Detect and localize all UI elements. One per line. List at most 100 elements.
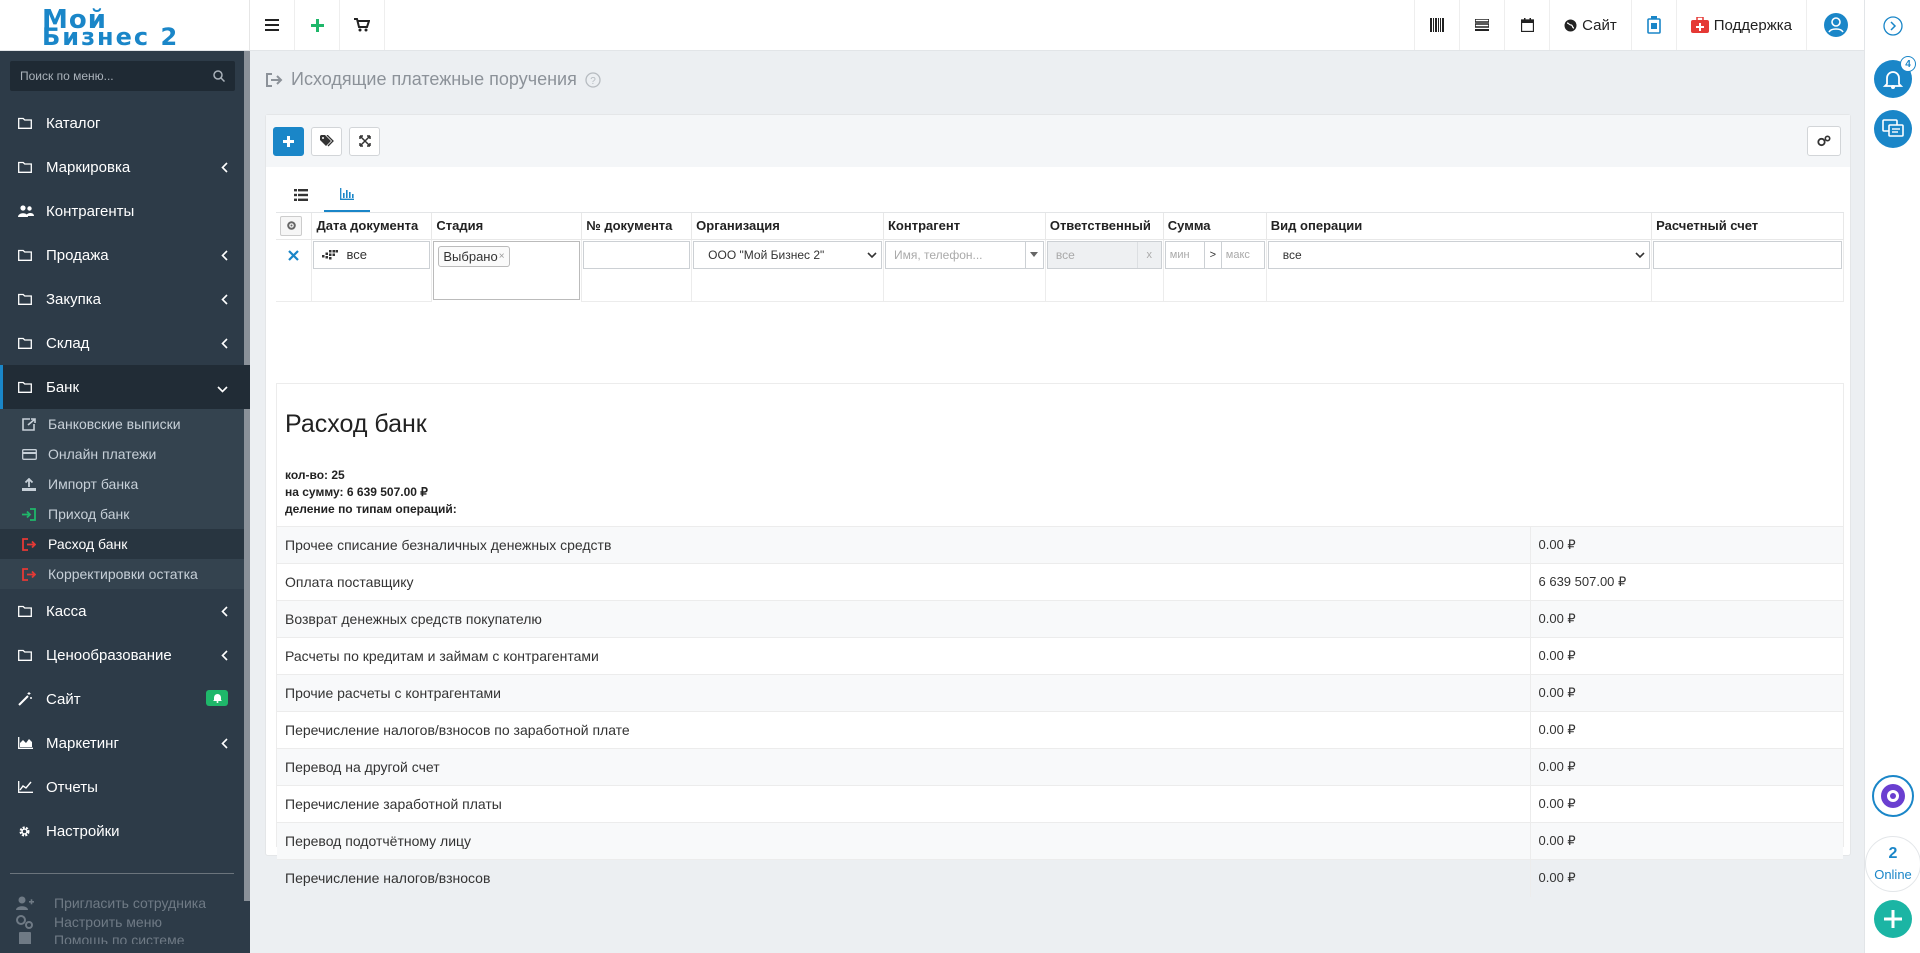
operation-type-value: все [1282,247,1302,262]
responsible-value: все [1055,247,1075,262]
online-indicator[interactable]: 2 Online [1865,836,1920,892]
column-header-sum[interactable]: Сумма [1163,213,1267,240]
counterparty-dropdown-button[interactable] [1024,241,1043,268]
table-row: Прочее списание безналичных денежных сре… [277,526,1843,564]
tab-report-view[interactable] [324,178,370,212]
line-chart-icon [18,781,34,793]
menu-search-input[interactable]: Поиск по меню... [10,61,235,91]
mobile-app-button[interactable] [1630,0,1676,50]
chevron-left-icon [221,250,228,261]
bell-icon [212,694,222,703]
column-header-operation-type[interactable]: Вид операции [1266,213,1653,240]
table-row: Перевод на другой счет 0.00 ₽ [277,748,1843,786]
clear-filters-button[interactable] [276,239,313,269]
column-settings-header[interactable] [276,213,313,240]
date-filter[interactable]: все [313,240,431,269]
sign-out-icon [22,567,38,581]
sidebar-item-3[interactable]: Продажа [0,233,250,277]
bell-icon [1882,71,1904,89]
help-circle-icon[interactable]: ? [585,71,601,88]
fullscreen-button[interactable] [349,126,380,156]
responsible-clear-button[interactable]: x [1136,241,1161,268]
barcode-button[interactable] [1414,0,1459,50]
calendar-icon [1520,18,1534,32]
column-header-date[interactable]: Дата документа [311,213,433,240]
right-rail: 4 2 Online [1864,0,1920,953]
sum-min-placeholder: мин [1169,248,1190,261]
card-toolbar [266,115,1850,167]
stage-filter[interactable]: Выбрано × [433,240,581,300]
calendar-button[interactable] [1504,0,1549,50]
quick-add-button[interactable] [1874,900,1912,938]
tasks-button[interactable] [1459,0,1504,50]
support-link[interactable]: Поддержка [1675,0,1806,50]
operation-type-select[interactable]: все [1267,240,1651,269]
user-avatar-icon [1823,13,1848,37]
chevron-left-icon [221,162,228,173]
column-header-organization[interactable]: Организация [691,213,884,240]
sidebar-item-label: Закупка [46,290,101,308]
collapse-rail-button[interactable] [1883,16,1903,39]
bank-submenu-item-3[interactable]: Приход банк [0,499,250,529]
sum-max-input[interactable]: макс [1220,240,1265,269]
bank-submenu-item-0[interactable]: Банковские выписки [0,409,250,439]
sidebar-item-0[interactable]: Каталог [0,101,250,145]
sidebar-item-8[interactable]: Ценообразование [0,633,250,677]
site-link[interactable]: Сайт [1549,0,1631,50]
account-filter[interactable] [1653,240,1842,269]
counterparty-input[interactable]: Имя, телефон... [884,240,1044,269]
logo-line-2: Бизнес 2 [42,22,180,51]
gear-icon [18,825,34,838]
bank-submenu-item-4[interactable]: Расход банк [0,529,250,559]
add-button[interactable] [295,0,340,50]
sidebar-item-7[interactable]: Касса [0,589,250,633]
sidebar-item-5[interactable]: Склад [0,321,250,365]
sum-min-input[interactable]: мин [1164,240,1205,269]
filter-table: Дата документа Стадия № документа Органи… [276,213,1844,302]
sidebar-item-6[interactable]: Банк [0,365,250,409]
sidebar-item-11[interactable]: Отчеты [0,765,250,809]
doc-number-filter[interactable] [583,240,691,269]
stage-chip[interactable]: Выбрано × [438,245,510,267]
site-bell-badge[interactable] [206,690,228,706]
bank-submenu-item-5[interactable]: Корректировки остатка [0,559,250,589]
column-header-doc-number[interactable]: № документа [581,213,693,240]
create-document-button[interactable] [273,126,304,156]
operation-type-amount: 0.00 ₽ [1529,674,1843,712]
profile-button[interactable] [1806,0,1864,50]
operation-type-name: Расчеты по кредитам и займам с контраген… [277,637,1530,675]
assistant-eye-icon [1881,784,1905,808]
menu-toggle-button[interactable] [250,0,295,50]
chevron-left-icon [221,606,228,617]
tab-list-view[interactable] [278,178,324,212]
tags-button[interactable] [311,126,342,156]
sidebar-item-1[interactable]: Маркировка [0,145,250,189]
folder-icon [18,117,34,129]
sidebar-item-12[interactable]: Настройки [0,809,250,853]
customize-menu-link[interactable]: Настроить меню [16,913,162,931]
help-link[interactable]: Помощь по системе [16,932,185,944]
bank-submenu-item-1[interactable]: Онлайн платежи [0,439,250,469]
stage-chip-remove-icon[interactable]: × [499,251,505,262]
column-header-stage[interactable]: Стадия [431,213,583,240]
cart-button[interactable] [340,0,385,50]
sidebar-item-9[interactable]: Сайт [0,677,250,721]
report-split-label: деление по типам операций: [285,502,457,516]
list-icon [294,189,308,201]
invite-employee-link[interactable]: Пригласить сотрудника [16,894,206,912]
column-header-account[interactable]: Расчетный счет [1651,213,1844,240]
sidebar-item-10[interactable]: Маркетинг [0,721,250,765]
sidebar-item-label: Склад [46,334,90,352]
logo[interactable]: Мой Бизнес 2 [0,0,250,51]
organization-select[interactable]: ООО "Мой Бизнес 2" [693,240,882,269]
responsible-filter[interactable]: все x [1046,240,1162,269]
settings-button[interactable] [1807,126,1841,156]
bank-submenu-item-2[interactable]: Импорт банка [0,469,250,499]
assistant-button[interactable] [1872,775,1914,817]
notifications-button[interactable]: 4 [1874,56,1916,98]
sidebar-item-4[interactable]: Закупка [0,277,250,321]
chat-button[interactable] [1874,110,1912,148]
column-header-counterparty[interactable]: Контрагент [883,213,1046,240]
column-header-responsible[interactable]: Ответственный [1045,213,1164,240]
sidebar-item-2[interactable]: Контрагенты [0,189,250,233]
